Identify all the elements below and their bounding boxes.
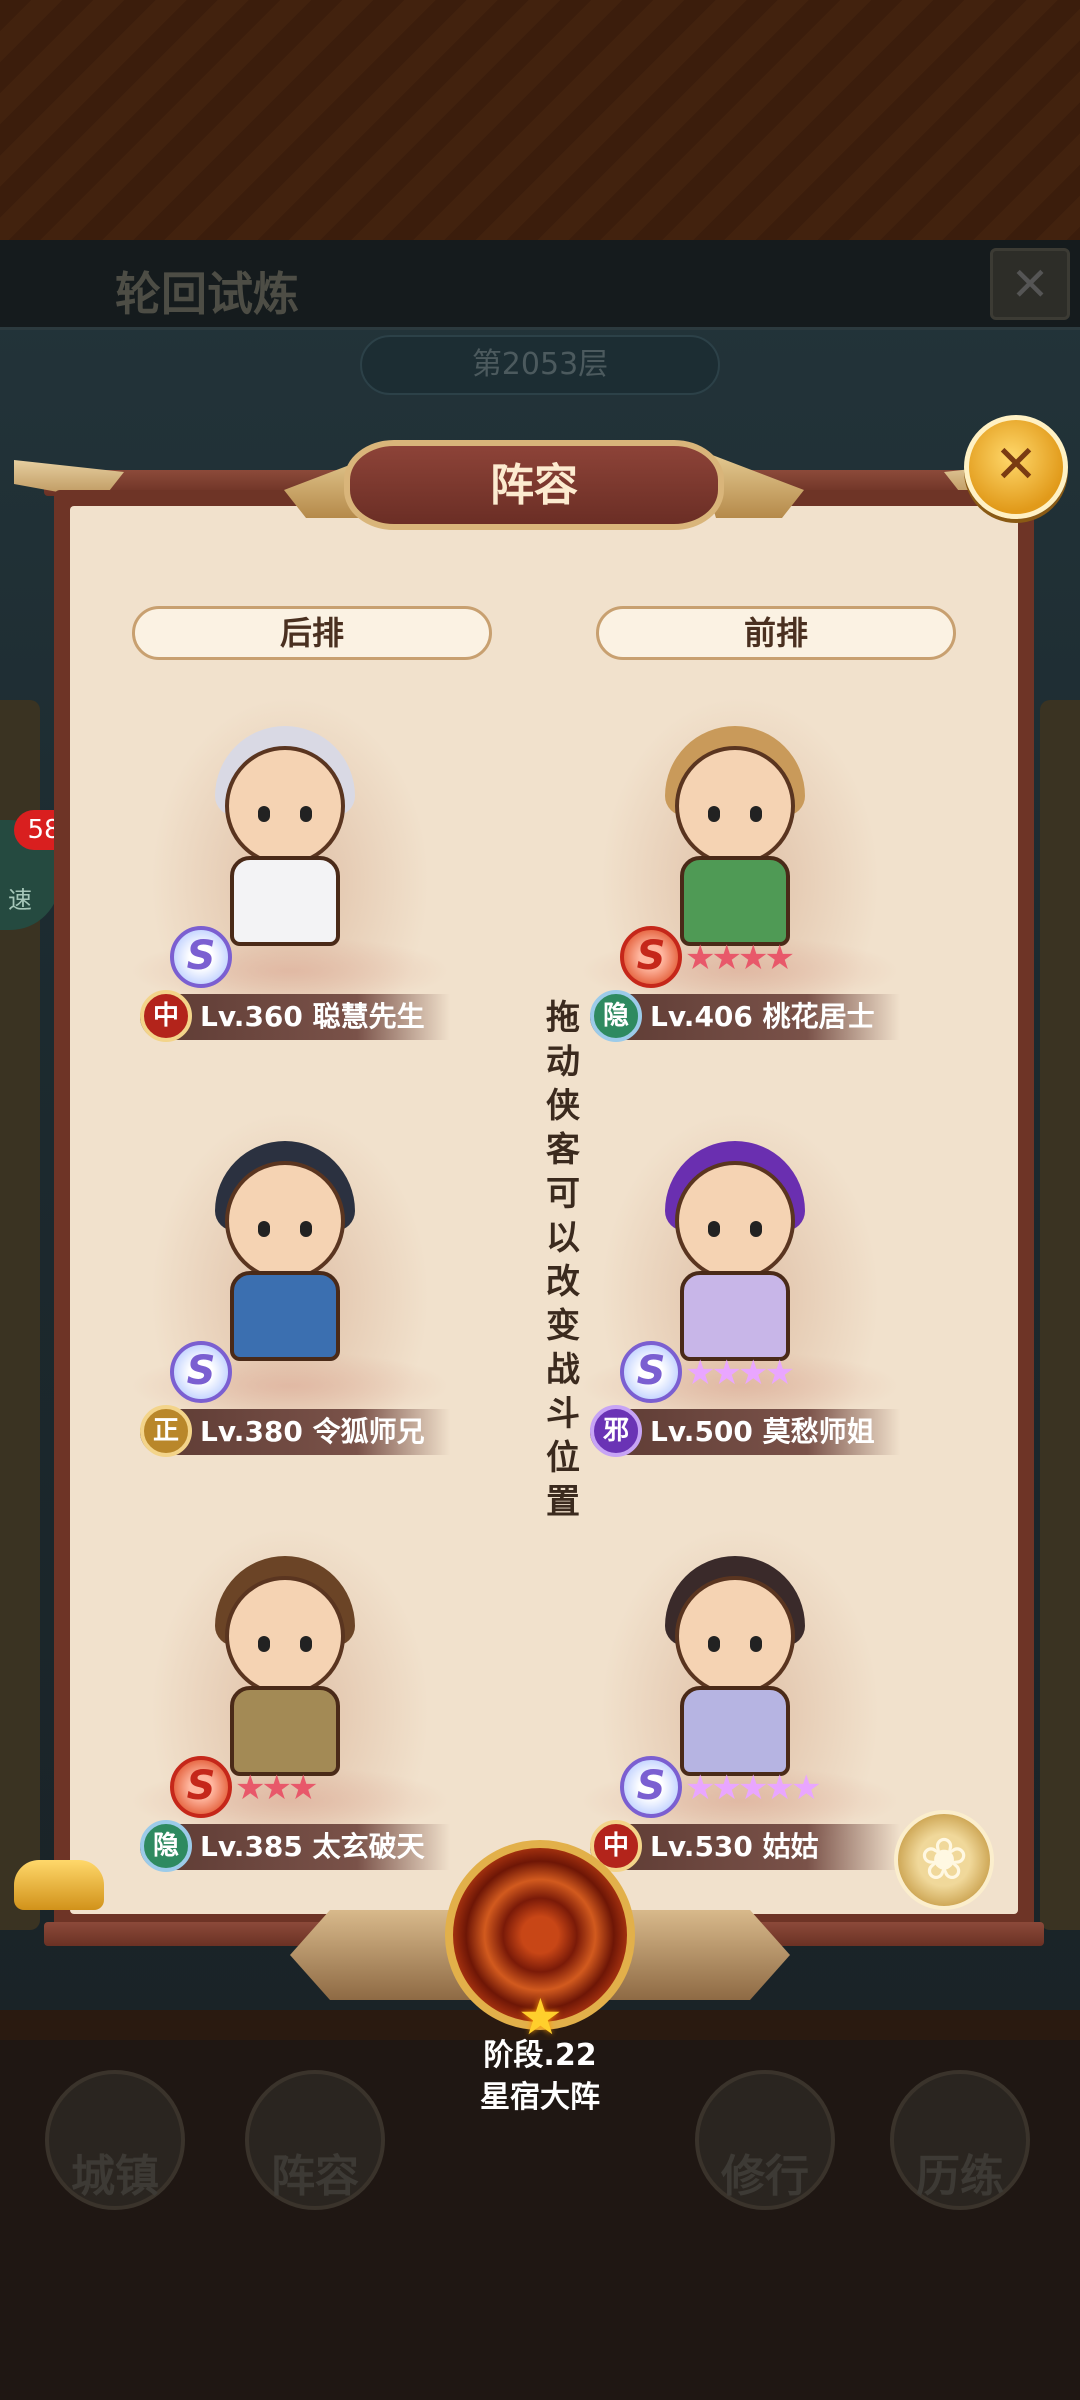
hero-name-plate: 隐 Lv.406 桃花居士 (590, 990, 900, 1042)
hero-eye (258, 1221, 270, 1237)
nav-lineup-label: 阵容 (271, 2151, 359, 2202)
game-header: 轮回试炼 ✕ (0, 240, 1080, 330)
hero-eye (258, 1636, 270, 1652)
nav-adventure-label: 历练 (916, 2151, 1004, 2202)
star-icon: ★ (790, 1768, 822, 1808)
formation-stage: 阶段.22 (483, 2038, 597, 2073)
drag-hint-text: 拖动侠客可以改变战斗位置 (546, 998, 580, 1522)
star-rating: ★★★★ (685, 938, 795, 978)
scroll-ornament (14, 1860, 104, 1910)
hero-eye (708, 1221, 720, 1237)
hero-level-name: Lv.380 令狐师兄 (200, 1415, 425, 1448)
hero-figure (210, 716, 360, 946)
hero-figure (660, 1546, 810, 1776)
hero-eye (750, 1636, 762, 1652)
hero-eye (750, 806, 762, 822)
lineup-dialog: 后排 前排 S 中 Lv.360 聪慧先生 S ★★★★ 隐 Lv.406 桃花… (14, 415, 1068, 1960)
tier-badge: S (620, 1756, 682, 1818)
tier-badge: S (620, 926, 682, 988)
hero-head (225, 1576, 345, 1696)
game-title: 轮回试炼 (115, 267, 299, 321)
star-rating: ★★★ (235, 1768, 318, 1808)
dialog-frame: 后排 前排 S 中 Lv.360 聪慧先生 S ★★★★ 隐 Lv.406 桃花… (54, 490, 1034, 1930)
floor-banner: 第2053层 (360, 335, 720, 395)
hero-head (225, 746, 345, 866)
hero-body (230, 856, 340, 946)
faction-badge: 正 (140, 1405, 192, 1457)
tier-badge: S (620, 1341, 682, 1403)
hero-eye (750, 1221, 762, 1237)
dialog-paper: 后排 前排 S 中 Lv.360 聪慧先生 S ★★★★ 隐 Lv.406 桃花… (70, 506, 1018, 1914)
tier-badge: S (170, 1341, 232, 1403)
hero-eye (708, 806, 720, 822)
hero-figure (660, 1131, 810, 1361)
hero-body (680, 1271, 790, 1361)
hero-body (230, 1271, 340, 1361)
hero-name-plate: 隐 Lv.385 太玄破天 (140, 1820, 450, 1872)
hero-level-name: Lv.385 太玄破天 (200, 1830, 425, 1863)
faction-badge: 邪 (590, 1405, 642, 1457)
hero-eye (708, 1636, 720, 1652)
hero-figure (660, 716, 810, 946)
dialog-title: 阵容 (490, 460, 578, 511)
hero-slot-front-2[interactable]: S ★★★★ 邪 Lv.500 莫愁师姐 (550, 1091, 930, 1471)
hero-slot-back-1[interactable]: S 中 Lv.360 聪慧先生 (100, 676, 480, 1056)
hero-eye (300, 1221, 312, 1237)
star-rating: ★★★★★ (685, 1768, 821, 1808)
star-rating: ★★★★ (685, 1353, 795, 1393)
back-row-header: 后排 (132, 606, 492, 660)
hero-figure (210, 1546, 360, 1776)
nav-training-label: 修行 (721, 2151, 809, 2202)
hero-head (225, 1161, 345, 1281)
hero-level-name: Lv.530 姑姑 (650, 1830, 819, 1863)
game-close-icon: ✕ (990, 248, 1070, 320)
flower-icon[interactable]: ❀ (894, 1810, 994, 1910)
nav-town-label: 城镇 (71, 2151, 159, 2202)
hero-body (680, 1686, 790, 1776)
tier-badge: S (170, 1756, 232, 1818)
hero-level-name: Lv.406 桃花居士 (650, 1000, 875, 1033)
hero-slot-back-3[interactable]: S ★★★ 隐 Lv.385 太玄破天 (100, 1506, 480, 1886)
star-icon: ★ (764, 1353, 795, 1393)
hero-body (680, 856, 790, 946)
formation-button[interactable]: ★ (290, 1840, 790, 2060)
hero-slot-front-3[interactable]: S ★★★★★ 中 Lv.530 姑姑 (550, 1506, 930, 1886)
hero-body (230, 1686, 340, 1776)
star-icon: ★ (764, 938, 795, 978)
hero-name-plate: 邪 Lv.500 莫愁师姐 (590, 1405, 900, 1457)
hero-eye (300, 1636, 312, 1652)
hero-eye (258, 806, 270, 822)
tier-badge: S (170, 926, 232, 988)
faction-badge: 隐 (140, 1820, 192, 1872)
hero-figure (210, 1131, 360, 1361)
hero-slot-front-1[interactable]: S ★★★★ 隐 Lv.406 桃花居士 (550, 676, 930, 1056)
faction-badge: 隐 (590, 990, 642, 1042)
formation-name: 星宿大阵 (480, 2080, 600, 2115)
hero-head (675, 1161, 795, 1281)
hero-head (675, 1576, 795, 1696)
close-button[interactable]: ✕ (964, 415, 1068, 519)
top-decor-band (0, 0, 1080, 240)
faction-badge: 中 (140, 990, 192, 1042)
star-icon: ★ (287, 1768, 319, 1808)
front-row-header: 前排 (596, 606, 956, 660)
hero-name-plate: 中 Lv.360 聪慧先生 (140, 990, 450, 1042)
hero-name-plate: 正 Lv.380 令狐师兄 (140, 1405, 450, 1457)
hero-head (675, 746, 795, 866)
hero-level-name: Lv.360 聪慧先生 (200, 1000, 425, 1033)
hero-slot-back-2[interactable]: S 正 Lv.380 令狐师兄 (100, 1091, 480, 1471)
hero-level-name: Lv.500 莫愁师姐 (650, 1415, 875, 1448)
hero-eye (300, 806, 312, 822)
